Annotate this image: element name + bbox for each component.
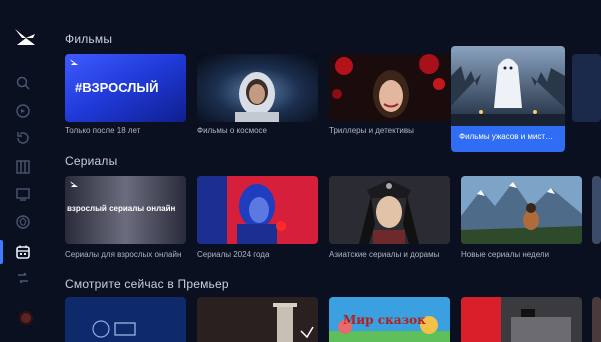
movie-card-partial[interactable]	[572, 54, 601, 122]
movie-card-caption: Только после 18 лет	[65, 126, 141, 135]
series-card-caption: Сериалы для взрослых онлайн	[65, 250, 182, 259]
section-title-movies: Фильмы	[65, 32, 113, 46]
history-icon[interactable]	[14, 129, 32, 147]
active-nav-indicator	[0, 240, 3, 264]
brand-logo-icon[interactable]	[14, 26, 36, 48]
search-icon[interactable]	[14, 74, 32, 92]
poster-title: #ВЗРОСЛЫЙ	[75, 80, 159, 95]
card-poster-continue-1	[65, 297, 186, 342]
movie-card-focused[interactable]	[451, 46, 565, 126]
movie-card-caption: Фильмы о космосе	[197, 126, 267, 135]
card-poster-continue-2	[197, 297, 318, 342]
card-poster-new	[461, 176, 582, 244]
profile-avatar[interactable]	[19, 311, 33, 325]
series-card[interactable]	[197, 176, 318, 244]
movie-card[interactable]: #ВЗРОСЛЫЙ	[65, 54, 186, 122]
continue-card[interactable]	[65, 297, 186, 342]
series-card[interactable]	[461, 176, 582, 244]
continue-card-partial[interactable]	[592, 297, 601, 342]
settings-icon[interactable]	[14, 269, 32, 287]
continue-card[interactable]: Мир сказок	[329, 297, 450, 342]
movie-card-caption-focused: Фильмы ужасов и мистика	[451, 126, 565, 152]
continue-card[interactable]	[461, 297, 582, 342]
poster-brand-icon	[70, 59, 78, 65]
movie-card[interactable]	[329, 54, 450, 122]
sidebar	[0, 0, 46, 342]
series-card-caption: Новые сериалы недели	[461, 250, 550, 259]
sports-icon[interactable]	[14, 213, 32, 231]
section-title-continue: Смотрите сейчас в Премьер	[65, 277, 229, 291]
card-poster-partial	[572, 54, 601, 122]
section-title-series: Сериалы	[65, 154, 118, 168]
library-icon[interactable]	[14, 158, 32, 176]
series-card-partial[interactable]	[592, 176, 601, 244]
poster-title: Мир сказок	[343, 313, 426, 327]
home-icon[interactable]	[14, 102, 32, 120]
poster-title: взрослый сериалы онлайн	[67, 204, 176, 213]
card-poster-continue-4	[461, 297, 582, 342]
card-poster-2024	[197, 176, 318, 244]
card-poster-partial	[592, 176, 601, 244]
series-card[interactable]	[329, 176, 450, 244]
series-card-caption: Сериалы 2024 года	[197, 250, 270, 259]
card-poster-asian	[329, 176, 450, 244]
catalog-icon[interactable]	[14, 243, 32, 261]
movie-card[interactable]	[197, 54, 318, 122]
card-poster-space	[197, 54, 318, 122]
series-card-caption: Азиатские сериалы и дорамы	[329, 250, 440, 259]
tv-icon[interactable]	[14, 185, 32, 203]
poster-brand-icon	[70, 181, 78, 187]
app-root: Фильмы #ВЗРОСЛЫЙ Только после 18 лет Фил…	[0, 0, 601, 342]
card-poster-thriller	[329, 54, 450, 122]
movie-card-caption: Триллеры и детективы	[329, 126, 414, 135]
continue-card[interactable]	[197, 297, 318, 342]
card-poster-partial	[592, 297, 601, 342]
series-card[interactable]: взрослый сериалы онлайн	[65, 176, 186, 244]
card-poster-horror	[451, 46, 565, 126]
